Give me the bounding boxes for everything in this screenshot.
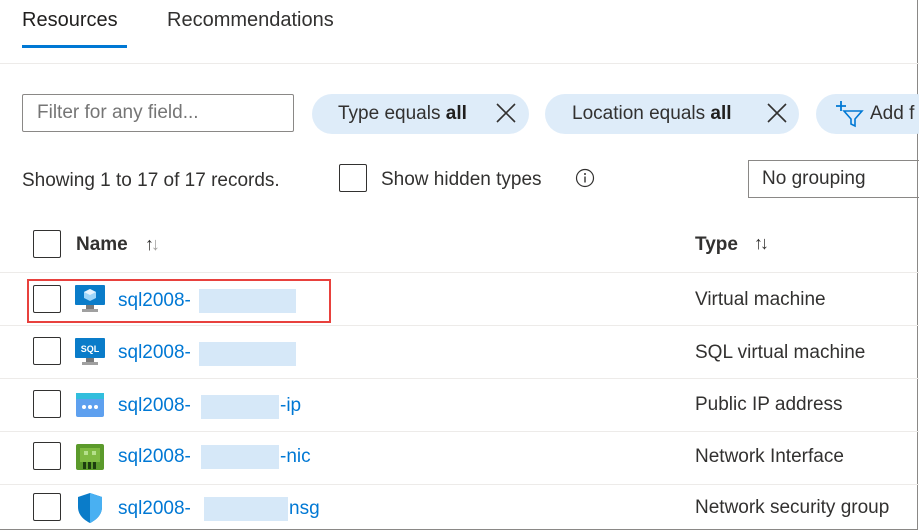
column-header-type[interactable]: Type	[695, 234, 738, 256]
resource-type: SQL virtual machine	[695, 342, 866, 363]
table-row[interactable]: sql2008- nsg Network security group	[0, 485, 919, 529]
row-checkbox[interactable]	[33, 493, 61, 521]
redacted-name	[201, 395, 279, 419]
table-row[interactable]: SQL sql2008- SQL virtual machine	[0, 326, 919, 378]
type-filter-label: Type equals	[338, 103, 446, 124]
show-hidden-types-checkbox[interactable]	[339, 164, 367, 192]
type-filter-pill[interactable]: Type equals all	[312, 94, 529, 134]
resource-type: Network Interface	[695, 446, 844, 467]
resource-type: Public IP address	[695, 394, 843, 415]
resource-name-link[interactable]: sql2008-	[118, 342, 191, 364]
tabs-divider	[0, 63, 919, 64]
row-checkbox[interactable]	[33, 442, 61, 470]
info-icon[interactable]	[575, 168, 595, 193]
row-checkbox[interactable]	[33, 337, 61, 365]
highlight-box	[27, 279, 331, 323]
close-icon[interactable]	[495, 94, 517, 134]
location-filter-label: Location equals	[572, 103, 711, 124]
sort-icon[interactable]: ↑↓	[145, 234, 160, 255]
location-filter-value: all	[710, 103, 732, 124]
table-row[interactable]: sql2008- -ip Public IP address	[0, 379, 919, 431]
tab-recommendations[interactable]: Recommendations	[167, 9, 334, 32]
resource-type: Network security group	[695, 497, 890, 518]
resource-name-link[interactable]: sql2008-	[118, 446, 191, 468]
add-filter-icon	[834, 94, 864, 134]
resource-name-suffix[interactable]: nsg	[289, 498, 320, 520]
show-hidden-types-label: Show hidden types	[381, 169, 542, 190]
close-icon[interactable]	[766, 94, 788, 134]
type-filter-value: all	[445, 103, 467, 124]
table-row[interactable]: sql2008- -nic Network Interface	[0, 432, 919, 484]
svg-text:SQL: SQL	[81, 344, 100, 354]
tab-resources[interactable]: Resources	[22, 9, 118, 32]
resource-name-suffix[interactable]: -ip	[280, 395, 301, 417]
redacted-name	[199, 342, 296, 366]
resource-name-suffix[interactable]: -nic	[280, 446, 311, 468]
add-filter-pill[interactable]: Add f	[816, 94, 919, 134]
select-all-checkbox[interactable]	[33, 230, 61, 258]
records-count: Showing 1 to 17 of 17 records.	[22, 170, 280, 191]
grouping-dropdown[interactable]: No grouping	[748, 160, 919, 198]
row-checkbox[interactable]	[33, 390, 61, 418]
sql-virtual-machine-icon: SQL	[74, 337, 106, 372]
resource-type: Virtual machine	[695, 289, 826, 310]
network-interface-icon	[75, 443, 105, 476]
network-security-group-icon	[76, 492, 104, 529]
location-filter-pill[interactable]: Location equals all	[545, 94, 799, 134]
redacted-name	[204, 497, 288, 521]
resource-name-link[interactable]: sql2008-	[118, 395, 191, 417]
add-filter-label: Add f	[870, 103, 915, 124]
filter-input[interactable]	[22, 94, 294, 132]
active-tab-indicator	[22, 45, 127, 48]
column-header-name[interactable]: Name	[76, 234, 128, 256]
redacted-name	[201, 445, 279, 469]
sort-icon[interactable]: ↑↓	[754, 233, 769, 254]
public-ip-icon	[75, 392, 105, 423]
resource-name-link[interactable]: sql2008-	[118, 498, 191, 520]
